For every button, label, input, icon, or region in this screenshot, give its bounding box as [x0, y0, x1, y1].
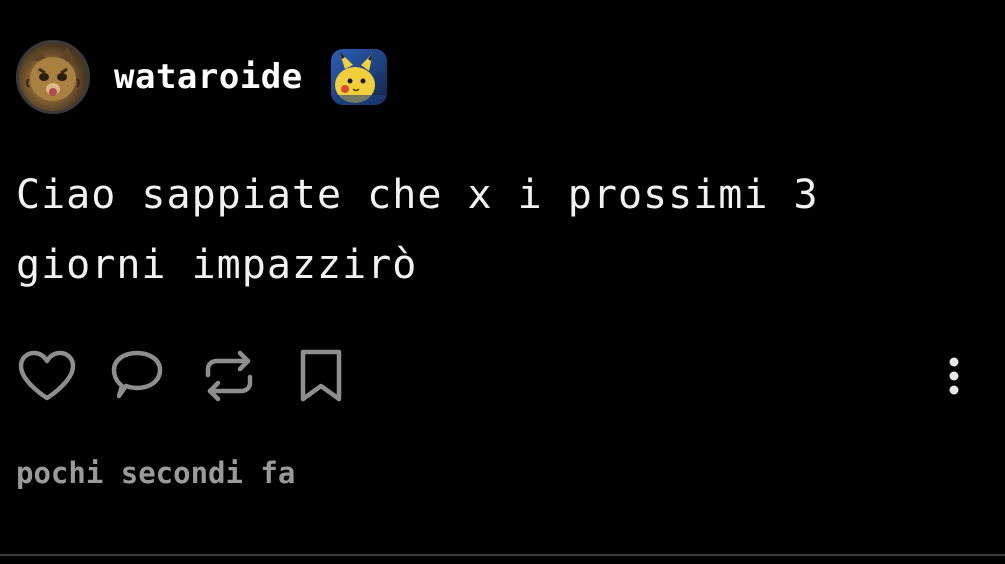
more-options-button[interactable]	[934, 350, 974, 402]
heart-icon	[18, 350, 76, 401]
bookmark-icon	[300, 349, 342, 402]
post-card: wataroide Ciao sappiate che x i prossimi…	[0, 0, 1005, 556]
repost-button[interactable]	[198, 346, 260, 406]
avatar[interactable]	[16, 40, 90, 114]
post-text: Ciao sappiate che x i prossimi 3 giorni i…	[16, 160, 976, 300]
pikachu-badge-icon	[330, 51, 387, 105]
post-timestamp: pochi secondi fa	[16, 456, 296, 490]
cat-avatar-icon	[26, 47, 80, 101]
post-text-line-2: giorni impazzirò	[16, 242, 418, 288]
more-vertical-icon	[949, 357, 959, 395]
profile-badge	[330, 49, 387, 105]
repost-icon	[205, 350, 253, 402]
post-actions	[16, 346, 382, 406]
bookmark-button[interactable]	[290, 346, 352, 406]
like-button[interactable]	[16, 346, 78, 406]
divider	[0, 554, 1005, 556]
username[interactable]: wataroide	[114, 57, 303, 97]
reply-button[interactable]	[106, 346, 168, 406]
post-header: wataroide	[16, 38, 387, 116]
post-text-line-1: Ciao sappiate che x i prossimi 3	[16, 172, 819, 218]
speech-bubble-icon	[111, 350, 163, 399]
